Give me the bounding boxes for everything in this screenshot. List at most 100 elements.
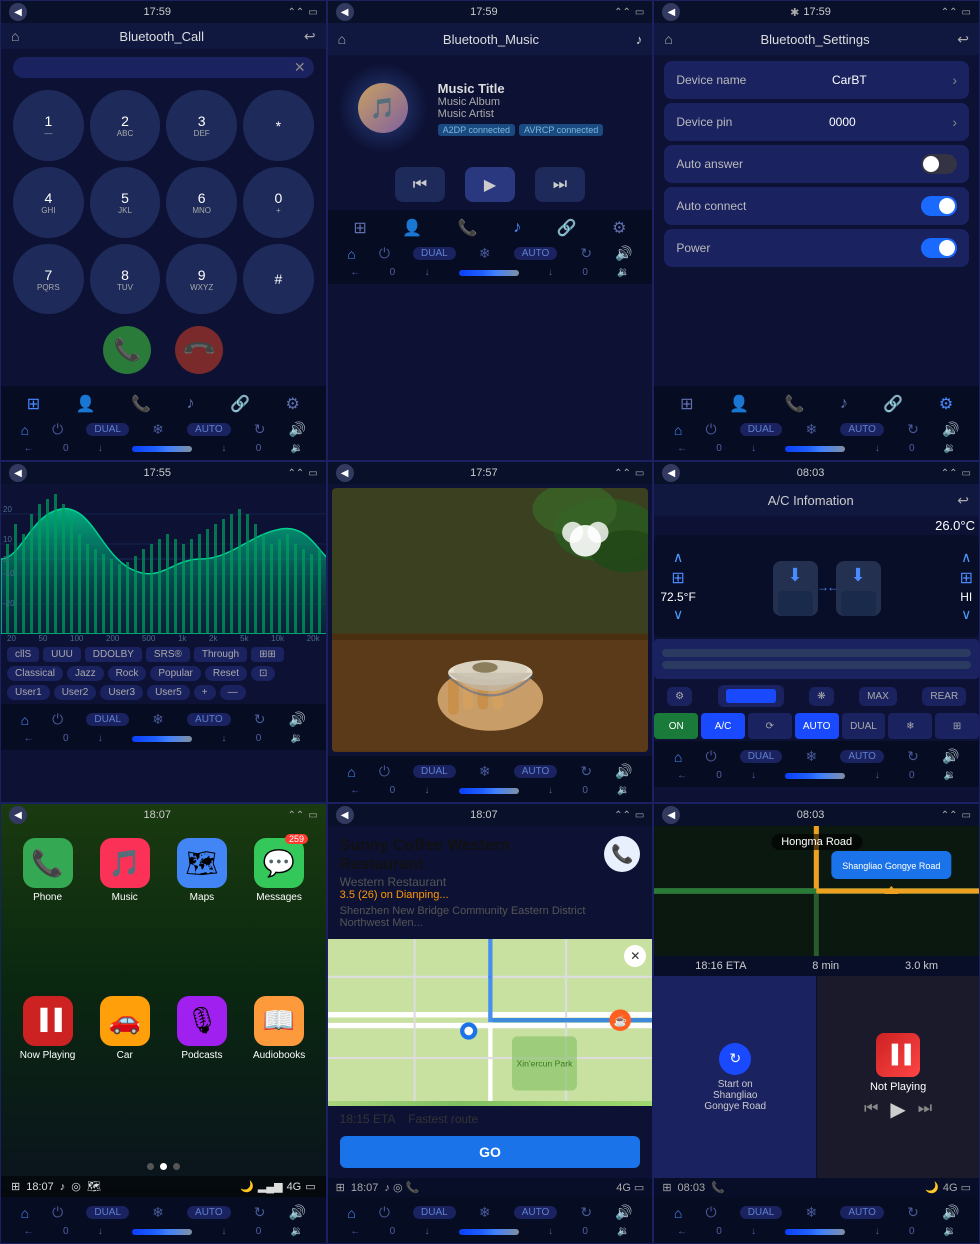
- arrows-icon-2[interactable]: ↻: [580, 245, 592, 262]
- nav-grid-icon-3[interactable]: ⊞: [676, 392, 697, 416]
- ac-grid-btn[interactable]: ⊞: [935, 713, 979, 739]
- numpad-4[interactable]: 4GHI: [13, 167, 84, 238]
- nav-phone-icon-2[interactable]: 📞: [454, 216, 482, 240]
- temp-slider-9[interactable]: [785, 1229, 845, 1235]
- nav-link-icon-2[interactable]: 🔗: [553, 216, 581, 240]
- numpad-1[interactable]: 1—: [13, 90, 84, 161]
- numpad-8[interactable]: 8TUV: [90, 244, 161, 315]
- numpad-2[interactable]: 2ABC: [90, 90, 161, 161]
- app-audiobooks[interactable]: 📖 Audiobooks: [244, 996, 313, 1145]
- vol-icon-3[interactable]: 🔊: [942, 421, 959, 438]
- back-button-nav[interactable]: ◀: [662, 806, 680, 824]
- arrows-icon[interactable]: ↻: [254, 421, 266, 438]
- setting-auto-connect[interactable]: Auto connect: [664, 187, 969, 225]
- app-messages[interactable]: 💬 259 Messages: [244, 838, 313, 987]
- snowflake-icon-2[interactable]: ❄: [479, 245, 491, 262]
- slider-bar-2[interactable]: [662, 661, 971, 669]
- eq-reset[interactable]: Reset: [205, 666, 247, 681]
- power-climate-icon-3[interactable]: ⏻: [705, 421, 716, 438]
- ac-recirculate-btn[interactable]: ⟳: [748, 713, 792, 739]
- eq-preset-srs[interactable]: SRS®: [146, 647, 190, 662]
- maps-grid-icon[interactable]: ⊞: [336, 1181, 345, 1194]
- app-maps[interactable]: 🗺 Maps: [167, 838, 236, 987]
- numpad-hash[interactable]: #: [243, 244, 314, 315]
- home-icon-music[interactable]: ⌂: [338, 31, 346, 47]
- nav-map-view[interactable]: Shangliao Gongye Road Hongma Road: [654, 826, 979, 956]
- slider-bar-1[interactable]: [662, 649, 971, 657]
- setting-auto-answer[interactable]: Auto answer: [664, 145, 969, 183]
- close-button[interactable]: ↩: [304, 28, 316, 45]
- setting-device-name[interactable]: Device name CarBT ›: [664, 61, 969, 99]
- ac-fan-btn[interactable]: [718, 685, 784, 707]
- vol-icon-2[interactable]: 🔊: [615, 245, 632, 262]
- ac-on-btn[interactable]: ON: [654, 713, 698, 739]
- home-icon[interactable]: ⌂: [11, 28, 19, 44]
- auto-connect-toggle[interactable]: [921, 196, 957, 216]
- numpad-9[interactable]: 9WXYZ: [166, 244, 237, 315]
- home-icon-settings[interactable]: ⌂: [664, 31, 672, 47]
- nav-grid-icon[interactable]: ⊞: [662, 1181, 671, 1194]
- nav-link-icon-3[interactable]: 🔗: [879, 392, 907, 416]
- nav-start-button[interactable]: ↻ Start on Shangliao Gongye Road: [654, 976, 817, 1178]
- map-view[interactable]: ☕ Xin'ercun Park ✕: [328, 939, 653, 1106]
- map-go-button[interactable]: GO: [340, 1136, 641, 1168]
- numpad-5[interactable]: 5JKL: [90, 167, 161, 238]
- temp-slider-3[interactable]: [785, 446, 845, 452]
- eq-preset-grid[interactable]: ⊞⊞: [251, 647, 284, 662]
- page-dot-3[interactable]: [173, 1163, 180, 1170]
- nav-grid-icon-2[interactable]: ⊞: [349, 216, 370, 240]
- app-phone[interactable]: 📞 Phone: [13, 838, 82, 987]
- home-climate-icon-3[interactable]: ⌂: [674, 422, 682, 438]
- page-dot-2[interactable]: [160, 1163, 167, 1170]
- home-climate-icon-2[interactable]: ⌂: [347, 246, 355, 262]
- eq-popular[interactable]: Popular: [150, 666, 200, 681]
- auto-btn[interactable]: AUTO: [187, 423, 231, 436]
- numpad-3[interactable]: 3DEF: [166, 90, 237, 161]
- ac-gear-btn[interactable]: ⚙: [667, 687, 692, 706]
- temp-slider-6[interactable]: [785, 773, 845, 779]
- temp-slider-4[interactable]: [132, 736, 192, 742]
- nav-phone-icon-3[interactable]: 📞: [780, 392, 808, 416]
- home-climate-icon[interactable]: ⌂: [21, 422, 29, 438]
- eq-add[interactable]: +: [194, 685, 216, 700]
- nav-grid-icon[interactable]: ⊞: [23, 392, 44, 416]
- map-phone-button[interactable]: 📞: [604, 836, 640, 872]
- auto-btn-2[interactable]: AUTO: [514, 247, 558, 260]
- hangup-button[interactable]: 📞: [165, 316, 233, 384]
- app-music[interactable]: 🎵 Music: [90, 838, 159, 987]
- temp-slider-2[interactable]: [459, 270, 519, 276]
- nav-settings-icon[interactable]: ⚙: [282, 392, 304, 416]
- map-close-button[interactable]: ✕: [624, 945, 646, 967]
- nav-user-icon-3[interactable]: 👤: [725, 392, 753, 416]
- search-bar[interactable]: ✕: [13, 57, 314, 78]
- play-button[interactable]: ▶: [465, 167, 515, 202]
- setting-power[interactable]: Power: [664, 229, 969, 267]
- numpad-6[interactable]: 6MNO: [166, 167, 237, 238]
- back-icon-ac[interactable]: ↩: [957, 492, 969, 509]
- page-dot-1[interactable]: [147, 1163, 154, 1170]
- eq-toggle[interactable]: ⊡: [251, 666, 275, 681]
- video-area[interactable]: [332, 488, 649, 752]
- numpad-star[interactable]: *: [243, 90, 314, 161]
- ac-max-btn[interactable]: MAX: [859, 687, 897, 706]
- ac-dual-btn[interactable]: DUAL: [842, 713, 886, 739]
- snowflake-icon[interactable]: ❄: [152, 421, 164, 438]
- back-icon-settings[interactable]: ↩: [957, 31, 969, 48]
- power-climate-icon-2[interactable]: ⏻: [379, 245, 390, 262]
- power-climate-icon[interactable]: ⏻: [52, 421, 63, 438]
- arrows-icon-3[interactable]: ↻: [907, 421, 919, 438]
- nav-music-icon-2[interactable]: ♪: [509, 217, 525, 239]
- eq-user3[interactable]: User3: [100, 685, 143, 700]
- temp-slider-1[interactable]: [132, 446, 192, 452]
- app-podcasts[interactable]: 🎙 Podcasts: [167, 996, 236, 1145]
- dual-btn[interactable]: DUAL: [86, 423, 129, 436]
- ac-fan2-btn[interactable]: ❋: [809, 687, 833, 706]
- nav-user-icon[interactable]: 👤: [72, 392, 100, 416]
- eq-user2[interactable]: User2: [54, 685, 97, 700]
- call-button[interactable]: 📞: [103, 326, 151, 374]
- eq-preset-dolby[interactable]: DDOLBY: [85, 647, 142, 662]
- auto-answer-toggle[interactable]: [921, 154, 957, 174]
- next-button[interactable]: ⏭: [535, 167, 585, 202]
- np-next-icon[interactable]: ⏭: [918, 1100, 932, 1118]
- dual-btn-3[interactable]: DUAL: [740, 423, 783, 436]
